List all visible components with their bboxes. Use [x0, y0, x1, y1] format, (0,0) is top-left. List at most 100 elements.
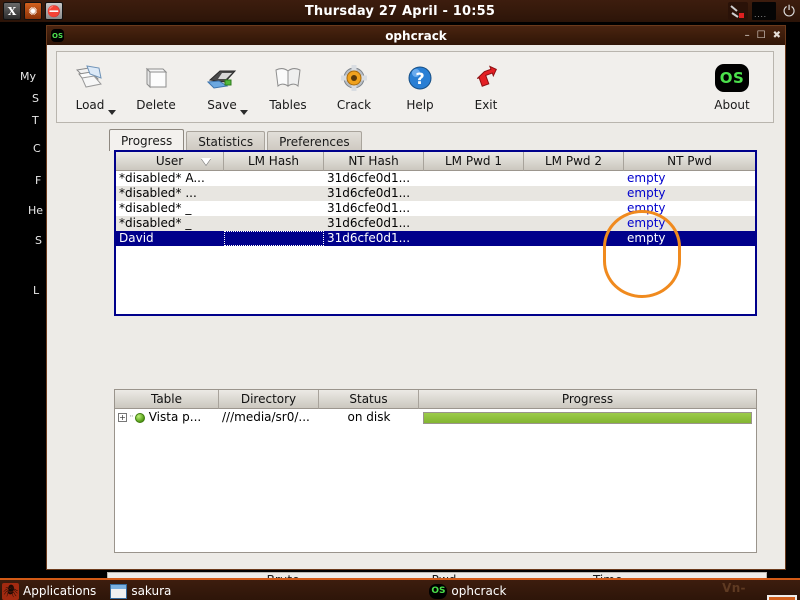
gear-icon	[337, 59, 371, 97]
os-badge-icon: OS	[429, 584, 447, 599]
top-panel: X ✺ ⛔ Thursday 27 April - 10:55 .... ⏻	[0, 0, 800, 23]
taskbar-window-ophcrack[interactable]: OS ophcrack	[427, 580, 512, 600]
delete-button[interactable]: Delete	[123, 55, 189, 119]
exit-button[interactable]: Exit	[453, 55, 519, 119]
cell-user: *disabled* _	[116, 201, 224, 216]
cell-progress	[419, 412, 756, 424]
column-header-lm-hash[interactable]: LM Hash	[224, 152, 324, 171]
column-label: User	[156, 154, 183, 168]
cell-table: + ·· Vista p...	[115, 410, 219, 425]
display-tray-icon[interactable]: ....	[752, 2, 776, 20]
desktop-icon-label[interactable]: L	[33, 284, 39, 297]
cell-nt-pwd: empty	[624, 186, 755, 201]
column-header-lm-pwd-1[interactable]: LM Pwd 1	[424, 152, 524, 171]
cell-user: *disabled* _	[116, 216, 224, 231]
delete-label: Delete	[136, 98, 175, 112]
column-header-progress[interactable]: Progress	[419, 390, 756, 409]
cell-user: *disabled* ...	[116, 186, 224, 201]
about-button[interactable]: OS About	[699, 55, 765, 119]
svg-text:?: ?	[415, 69, 424, 88]
close-button[interactable]: ✖	[773, 31, 781, 41]
cell-table-label: Vista p...	[149, 410, 201, 425]
tab-statistics[interactable]: Statistics	[186, 131, 265, 151]
tray-dots: ....	[754, 11, 767, 19]
table-row[interactable]: *disabled* _ 31d6cfe0d1... empty	[116, 201, 755, 216]
applications-label: Applications	[23, 584, 96, 598]
taskbar-window-sakura[interactable]: sakura	[108, 580, 177, 600]
firefox-launcher-icon[interactable]: ✺	[24, 2, 42, 20]
cell-nt-pwd: empty	[624, 216, 755, 231]
tables-table[interactable]: Table Directory Status Progress + ·· Vis…	[114, 389, 757, 553]
cell-user: *disabled* A...	[116, 171, 224, 186]
applications-menu[interactable]: 🕷 Applications	[0, 580, 102, 600]
users-table[interactable]: User LM Hash NT Hash LM Pwd 1 LM Pwd 2 N…	[114, 150, 757, 316]
cell-nt-pwd: empty	[624, 231, 755, 246]
desktop-icon-label[interactable]: S	[35, 234, 42, 247]
table-row[interactable]: *disabled* A... 31d6cfe0d1... empty	[116, 171, 755, 186]
tables-button[interactable]: Tables	[255, 55, 321, 119]
column-header-nt-hash[interactable]: NT Hash	[324, 152, 424, 171]
table-row[interactable]: *disabled* ... 31d6cfe0d1... empty	[116, 186, 755, 201]
progress-bar-fill	[424, 413, 751, 423]
load-button[interactable]: Load	[57, 55, 123, 119]
sort-descending-icon	[201, 158, 211, 165]
maximize-button[interactable]: ☐	[757, 31, 766, 41]
ophcrack-window: OS ophcrack – ☐ ✖	[46, 25, 786, 570]
chevron-down-icon[interactable]	[240, 110, 248, 115]
column-header-user[interactable]: User	[116, 152, 224, 171]
desktop-icon-label[interactable]: My	[20, 70, 36, 83]
table-row[interactable]: *disabled* _ 31d6cfe0d1... empty	[116, 216, 755, 231]
column-header-status[interactable]: Status	[319, 390, 419, 409]
panel-clock: Thursday 27 April - 10:55	[0, 4, 800, 19]
power-icon[interactable]: ⏻	[780, 4, 798, 19]
system-tray: .... ⏻	[728, 0, 798, 22]
desktop-icon-label[interactable]: C	[33, 142, 41, 155]
applications-menu-icon: 🕷	[2, 583, 19, 600]
table-row[interactable]: + ·· Vista p... ///media/sr0/... on disk	[115, 409, 756, 426]
watermark: Vn-zoom.org	[722, 581, 796, 600]
tables-table-header: Table Directory Status Progress	[115, 390, 756, 409]
window-controls: – ☐ ✖	[745, 31, 781, 41]
column-header-nt-pwd[interactable]: NT Pwd	[624, 152, 755, 171]
recorder-launcher-icon[interactable]: ⛔	[45, 2, 63, 20]
crack-label: Crack	[337, 98, 371, 112]
help-button[interactable]: ? Help	[387, 55, 453, 119]
crack-button[interactable]: Crack	[321, 55, 387, 119]
cell-nt-hash: 31d6cfe0d1...	[324, 186, 424, 201]
users-table-header: User LM Hash NT Hash LM Pwd 1 LM Pwd 2 N…	[116, 152, 755, 171]
expander-icon[interactable]: +	[118, 413, 127, 422]
tables-label: Tables	[269, 98, 306, 112]
network-tray-icon[interactable]	[728, 2, 748, 20]
desktop-icon-label[interactable]: F	[35, 174, 41, 187]
window-titlebar[interactable]: OS ophcrack – ☐ ✖	[47, 26, 785, 46]
cell-nt-hash: 31d6cfe0d1...	[324, 171, 424, 186]
taskbar: 🕷 Applications sakura OS ophcrack Vn-zoo…	[0, 578, 800, 600]
cell-nt-hash: 31d6cfe0d1...	[324, 201, 424, 216]
desktop-icon-label[interactable]: He	[28, 204, 43, 217]
table-row-selected[interactable]: David 31d6cfe0d1... empty	[116, 231, 755, 246]
window-client-area: Load Delete	[47, 45, 785, 569]
chevron-down-icon[interactable]	[108, 110, 116, 115]
save-disk-icon	[205, 59, 239, 97]
tab-preferences[interactable]: Preferences	[267, 131, 362, 151]
save-button[interactable]: Save	[189, 55, 255, 119]
panel-launchers: X ✺ ⛔	[0, 2, 63, 20]
window-title: ophcrack	[47, 29, 785, 43]
tab-progress[interactable]: Progress	[109, 129, 184, 151]
desktop-icon-label[interactable]: S	[32, 92, 39, 105]
column-header-directory[interactable]: Directory	[219, 390, 319, 409]
screen: X ✺ ⛔ Thursday 27 April - 10:55 .... ⏻ M…	[0, 0, 800, 600]
minimize-button[interactable]: –	[745, 31, 750, 41]
exit-label: Exit	[475, 98, 498, 112]
cell-nt-pwd: empty	[624, 171, 755, 186]
os-badge-icon: OS	[715, 59, 749, 97]
about-label: About	[714, 98, 749, 112]
column-header-lm-pwd-2[interactable]: LM Pwd 2	[524, 152, 624, 171]
book-icon	[271, 59, 305, 97]
xterm-launcher-icon[interactable]: X	[3, 2, 21, 20]
desktop-icon-label[interactable]: T	[32, 114, 39, 127]
question-help-icon: ?	[403, 59, 437, 97]
load-folder-icon	[73, 59, 107, 97]
taskbar-window-label: sakura	[131, 584, 171, 598]
column-header-table[interactable]: Table	[115, 390, 219, 409]
